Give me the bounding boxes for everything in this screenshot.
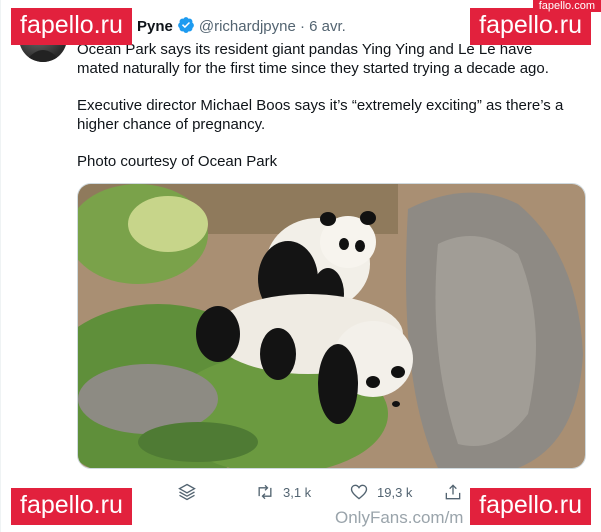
retweet-button[interactable]: 3,1 k: [255, 482, 311, 502]
tweet-paragraph: Executive director Michael Boos says it’…: [77, 97, 564, 133]
heart-icon: [349, 482, 369, 502]
tweet-paragraph: Ocean Park says its resident giant panda…: [77, 41, 549, 77]
panda-photo: [78, 184, 585, 468]
share-button[interactable]: [443, 482, 463, 502]
watermark-footer-text: OnlyFans.com/m: [335, 508, 464, 527]
like-count: 19,3 k: [377, 484, 413, 500]
reply-button[interactable]: [177, 482, 197, 502]
watermark-bottom-right: fapello.ru: [470, 488, 591, 525]
watermark-top-left: fapello.ru: [11, 8, 132, 45]
tweet-paragraph: Photo courtesy of Ocean Park: [77, 153, 278, 170]
watermark-top-right: fapello.ru: [470, 8, 591, 45]
layers-icon: [177, 482, 197, 502]
retweet-count: 3,1 k: [283, 484, 312, 500]
watermark-corner: fapello.com: [532, 0, 601, 12]
watermark-bottom-left: fapello.ru: [11, 488, 132, 525]
tweet-card: Richard Pyne@richardjpyne · 6 avr. Ocean…: [0, 0, 601, 532]
share-icon: [443, 482, 463, 502]
tweet-text: Ocean Park says its resident giant panda…: [77, 40, 577, 189]
author-handle[interactable]: @richardjpyne: [199, 18, 296, 35]
tweet-date[interactable]: 6 avr.: [309, 18, 346, 35]
retweet-icon: [255, 482, 275, 502]
separator-dot: ·: [299, 18, 305, 35]
tweet-photo[interactable]: [77, 183, 586, 469]
verified-badge-icon: [177, 16, 195, 38]
like-button[interactable]: 19,3 k: [349, 482, 412, 502]
